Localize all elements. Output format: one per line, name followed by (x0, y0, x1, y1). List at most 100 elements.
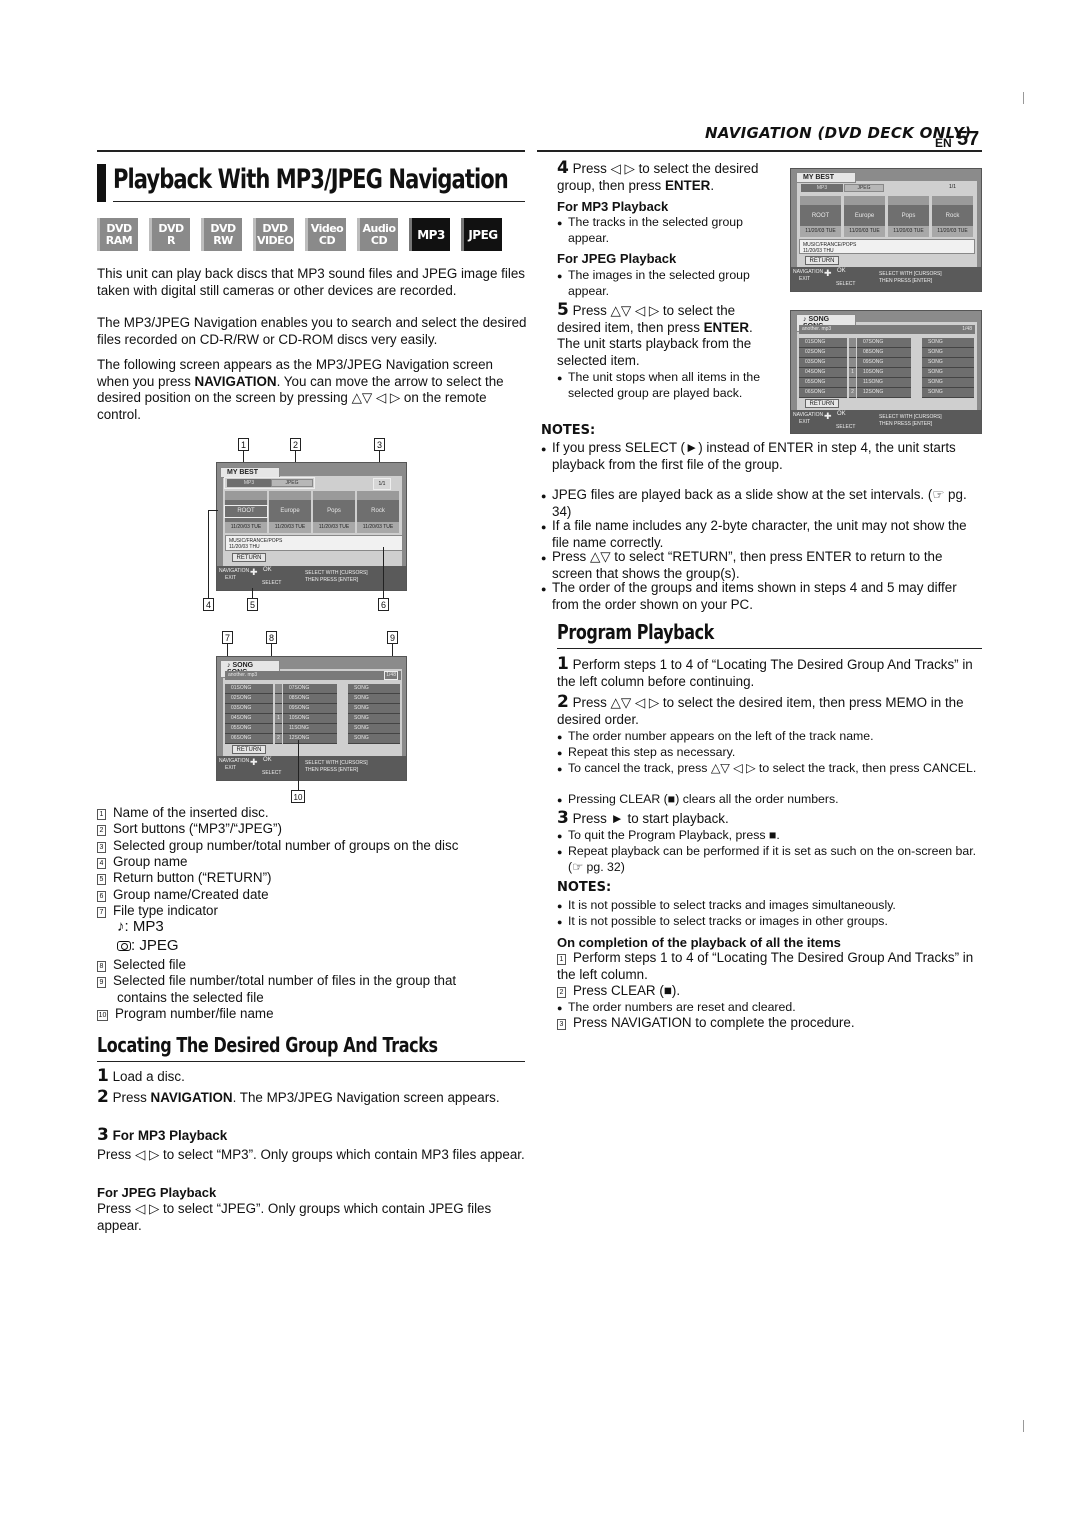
track-item[interactable]: 09SONG (857, 358, 911, 368)
ok-label: OK (837, 268, 846, 274)
track-item[interactable]: 12SONG (857, 388, 911, 398)
cursor-pad-icon: ✚ (824, 411, 832, 421)
group-date: 11/20/03 TUE (225, 522, 267, 533)
track-name: SONG (354, 695, 369, 701)
bullet-item: Pressing CLEAR (■) clears all the order … (557, 792, 983, 808)
program-step-1: 1 Perform steps 1 to 4 of “Locating The … (557, 654, 973, 689)
legend-text: Name of the inserted disc. (113, 805, 269, 820)
callout-8: 8 (266, 631, 277, 644)
track-item[interactable]: 03SONG (225, 704, 273, 714)
group-tile[interactable]: Rock 11/20/03 TUE (932, 196, 973, 237)
track-item[interactable]: SONG (348, 724, 400, 734)
track-item[interactable]: 03SONG (799, 358, 847, 368)
file-counter: 1/48 (384, 671, 398, 680)
track-item[interactable]: SONG (348, 704, 400, 714)
track-item[interactable]: 12SONG (283, 734, 337, 744)
track-item[interactable]: 04SONG (225, 714, 273, 724)
track-item[interactable]: 05SONG (799, 378, 847, 388)
callout-number: 7 (97, 906, 106, 918)
locating-step-3-jpeg: Press ◁ ▷ to select “JPEG”. Only groups … (97, 1201, 492, 1233)
track-item[interactable]: 05SONG (225, 724, 273, 734)
legend-text: File type indicator (113, 902, 218, 918)
track-item[interactable]: SONG (922, 348, 974, 358)
step4-mp3-bullet: The tracks in the selected group appear. (557, 215, 773, 246)
program-step-3: 3 Press ► to start playback. (557, 808, 729, 828)
track-item[interactable]: SONG (922, 388, 974, 398)
track-item[interactable]: 02SONG (225, 694, 273, 704)
track-item[interactable]: SONG (348, 684, 400, 694)
return-button[interactable]: RETURN (805, 399, 839, 408)
group-tile[interactable]: Europe 11/20/03 TUE (844, 196, 885, 237)
track-item[interactable]: 08SONG (857, 348, 911, 358)
track-navigation-screen-small: ♪ SONG SONG another. mp3 1/48 01SONG 07SO… (790, 310, 982, 434)
track-name: SONG (928, 349, 943, 355)
track-item[interactable]: SONG (348, 734, 400, 744)
track-name: 05SONG (805, 379, 826, 385)
locating-step-1: 1 Load a disc. (97, 1066, 185, 1086)
disc-badge-video-cd: Video CD (305, 218, 346, 251)
track-item[interactable]: SONG (922, 338, 974, 348)
track-item[interactable]: 07SONG (283, 684, 337, 694)
disc-name: MY BEST (796, 172, 856, 183)
track-item[interactable]: 01SONG (225, 684, 273, 694)
completion-step-3: 3 Press NAVIGATION to complete the proced… (557, 1015, 982, 1032)
track-name: 04SONG (231, 715, 252, 721)
track-item[interactable]: 04SONG (799, 368, 847, 378)
track-item[interactable]: 07SONG (857, 338, 911, 348)
sort-jpeg-button[interactable]: JPEG (844, 184, 884, 192)
track-name: SONG (928, 379, 943, 385)
track-item[interactable]: SONG (348, 714, 400, 724)
group-tile[interactable]: ROOT 11/20/03 TUE (800, 196, 841, 237)
callout-number: 3 (97, 841, 106, 853)
track-item[interactable]: 06SONG (225, 734, 273, 744)
track-name: SONG (928, 339, 943, 345)
legend-item: 7 File type indicator (97, 903, 218, 919)
group-tile[interactable]: Pops 11/20/03 TUE (313, 491, 355, 533)
track-item[interactable]: 09SONG (283, 704, 337, 714)
callout-3: 3 (374, 438, 385, 451)
badge-line-1: DVD (158, 221, 184, 235)
return-button[interactable]: RETURN (232, 553, 266, 562)
track-item[interactable]: 02SONG (799, 348, 847, 358)
legend-item: 4 Group name (97, 854, 187, 870)
intro-bold: NAVIGATION (194, 373, 277, 389)
group-tile[interactable]: Rock 11/20/03 TUE (357, 491, 399, 533)
disc-badge-jpeg: JPEG (461, 218, 502, 251)
track-item[interactable]: SONG (922, 378, 974, 388)
bullet-item: The order number appears on the left of … (557, 729, 983, 745)
group-tile[interactable]: Pops 11/20/03 TUE (888, 196, 929, 237)
sort-mp3-button[interactable]: MP3 (801, 184, 843, 192)
completion-bullet: The order numbers are reset and cleared. (557, 1000, 978, 1016)
help-text-2: THEN PRESS [ENTER] (879, 278, 933, 284)
return-button[interactable]: RETURN (232, 745, 266, 754)
return-button[interactable]: RETURN (805, 256, 839, 265)
group-navigation-screen: MY BEST MP3 JPEG 1/1 ROOT 11/20/03 TUE Eur… (216, 462, 407, 591)
bullet-item: To quit the Program Playback, press ■. (557, 828, 983, 844)
track-item[interactable]: SONG (348, 694, 400, 704)
group-tile[interactable]: Europe 11/20/03 TUE (269, 491, 311, 533)
legend-text: Group name/Created date (113, 886, 269, 902)
bullet-item: If a file name includes any 2-byte chara… (541, 518, 980, 551)
track-name: 03SONG (805, 359, 826, 365)
track-item[interactable]: 11SONG (283, 724, 337, 734)
program-number: 2 (849, 388, 856, 398)
group-name: ROOT (811, 212, 830, 219)
track-item[interactable]: 10SONG (283, 714, 337, 724)
track-item[interactable]: SONG (922, 368, 974, 378)
track-name: 02SONG (231, 695, 252, 701)
language-label: EN (935, 136, 952, 150)
exit-label: EXIT (225, 575, 237, 581)
track-item[interactable]: 08SONG (283, 694, 337, 704)
step5-bullet: The unit stops when all items in the sel… (557, 370, 768, 401)
group-tile[interactable]: ROOT 11/20/03 TUE (224, 491, 268, 533)
track-item[interactable]: SONG (922, 358, 974, 368)
locating-step-3-mp3: Press ◁ ▷ to select “MP3”. Only groups w… (97, 1147, 525, 1162)
completion-heading: On completion of the playback of all the… (557, 935, 841, 950)
mp3-note-icon: ♪ (227, 662, 231, 669)
track-name: 05SONG (231, 725, 252, 731)
callout-number: 10 (97, 1010, 108, 1021)
track-item[interactable]: 11SONG (857, 378, 911, 388)
track-item[interactable]: 10SONG (857, 368, 911, 378)
track-item[interactable]: 06SONG (799, 388, 847, 398)
track-item[interactable]: 01SONG (799, 338, 847, 348)
